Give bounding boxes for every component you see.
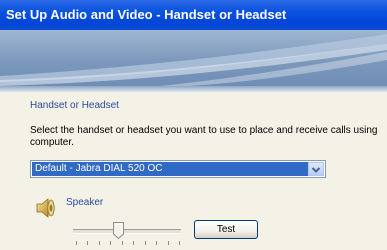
device-select-value: Default - Jabra DIAL 520 OC [32,162,309,176]
speaker-label: Speaker [66,197,104,208]
volume-slider-track[interactable] [73,229,181,234]
speaker-icon [36,198,55,218]
device-select[interactable]: Default - Jabra DIAL 520 OC [30,160,326,178]
volume-slider-thumb[interactable] [113,222,124,239]
test-button[interactable]: Test [194,220,258,239]
section-title: Handset or Headset [30,100,119,111]
dropdown-arrow-button[interactable] [308,162,324,176]
instructions-text-continued: computer. [30,137,74,148]
chevron-down-icon [311,167,321,173]
header-banner [0,30,387,86]
window-title-bar[interactable]: Set Up Audio and Video - Handset or Head… [0,0,387,30]
window-title: Set Up Audio and Video - Handset or Head… [6,7,287,22]
instructions-text: Select the handset or headset you want t… [30,125,378,136]
slider-ticks [76,241,180,245]
banner-swoosh [0,34,387,86]
